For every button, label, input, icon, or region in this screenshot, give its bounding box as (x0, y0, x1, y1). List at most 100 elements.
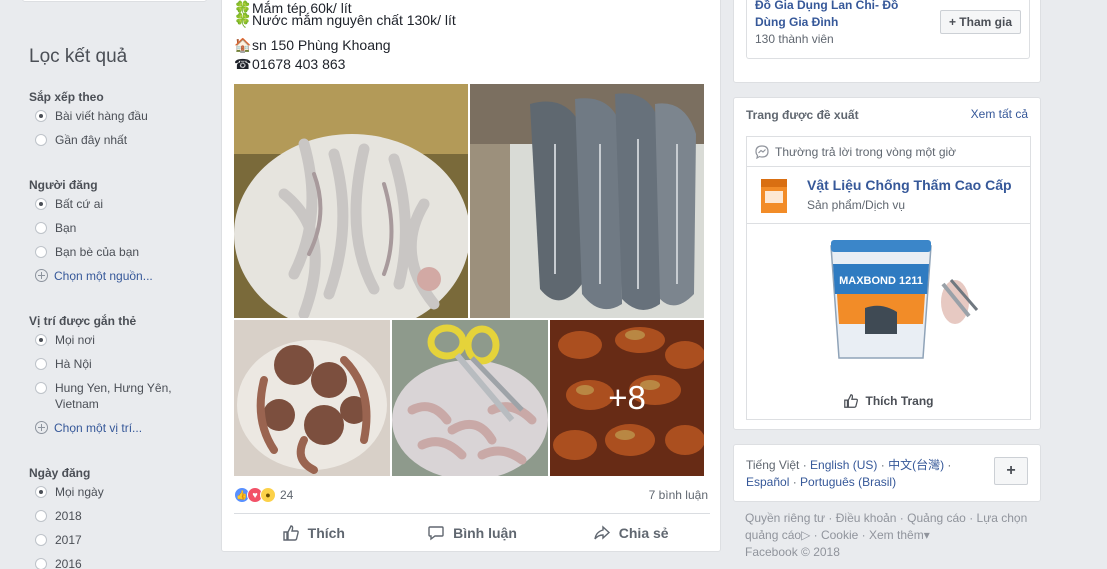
page-footer: Quyền riêng tư · Điều khoản · Quảng cáo … (745, 511, 1028, 559)
option-2018[interactable]: 2018 (29, 508, 199, 532)
option-you[interactable]: Bạn (29, 220, 199, 244)
more-photos-overlay[interactable]: +8 (550, 320, 704, 476)
filter-poster-section: Người đăng Bất cứ ai Bạn Bạn bè của bạn … (29, 174, 199, 292)
photo-grid: +8 (234, 84, 704, 476)
language-english[interactable]: English (US) (810, 458, 877, 472)
comment-icon (428, 525, 444, 540)
language-card: Tiếng Việt · English (US) · 中文(台灣) · Esp… (733, 444, 1041, 502)
photo-cooked-shrimp[interactable]: +8 (550, 320, 704, 476)
footer-terms-link[interactable]: Điều khoản (836, 511, 897, 525)
section-heading: Sắp xếp theo (29, 90, 104, 104)
option-2017[interactable]: 2017 (29, 532, 199, 556)
radio-icon[interactable] (35, 222, 47, 234)
post-phone: ☎01678 403 863 (234, 56, 346, 72)
page-category: Sản phẩm/Dịch vụ (807, 198, 906, 212)
radio-icon[interactable] (35, 510, 47, 522)
sidebar-top-box (22, 0, 207, 2)
section-heading: Ngày đăng (29, 466, 91, 480)
option-top-posts[interactable]: Bài viết hàng đầu (29, 108, 199, 132)
add-language-button[interactable]: + (994, 457, 1028, 485)
like-page-button[interactable]: Thích Trang (747, 382, 1030, 420)
ad-choices-icon: ▷ (801, 528, 811, 542)
footer-cookie-link[interactable]: Cookie (821, 528, 858, 542)
thumbs-up-icon (282, 524, 299, 541)
radio-icon[interactable] (35, 246, 47, 258)
messenger-icon (755, 144, 769, 159)
radio-icon[interactable] (35, 558, 47, 569)
option-recent[interactable]: Gần đây nhất (29, 132, 199, 156)
suggested-pages-card: Trang được đề xuất Xem tất cả Thường trả… (733, 97, 1041, 430)
radio-selected-icon[interactable] (35, 486, 47, 498)
group-name-link[interactable]: Đồ Gia Dụng Lan Chi- Đồ Dùng Gia Đình (755, 0, 925, 31)
photo-octopus[interactable] (234, 84, 468, 318)
option-friends[interactable]: Bạn bè của bạn (29, 244, 199, 268)
photo-shrimp-basket[interactable] (392, 320, 548, 476)
radio-icon[interactable] (35, 534, 47, 546)
comment-count-link[interactable]: 7 bình luận (649, 488, 708, 502)
wow-reaction-icon: ● (260, 487, 276, 503)
language-spanish[interactable]: Español (746, 475, 789, 489)
comment-button[interactable]: Bình luận (393, 514, 552, 551)
house-icon: 🏠 (234, 37, 252, 53)
choose-location-link[interactable]: Chọn một vị trí... (29, 420, 199, 444)
filter-sort-section: Sắp xếp theo Bài viết hàng đầu Gần đây n… (29, 86, 199, 156)
page-name-link[interactable]: Vật Liệu Chống Thấm Cao Cấp (807, 177, 1012, 193)
post-address: 🏠sn 150 Phùng Khoang (234, 37, 391, 53)
option-2016[interactable]: 2016 (29, 556, 199, 569)
option-anyone[interactable]: Bất cứ ai (29, 196, 199, 220)
thumbs-up-icon (844, 394, 859, 408)
current-language: Tiếng Việt (746, 458, 800, 472)
plus-circle-icon (35, 269, 48, 282)
option-any-date[interactable]: Mọi ngày (29, 484, 199, 508)
product-label: MAXBOND 1211 (839, 275, 923, 287)
response-time-row: Thường trả lời trong vòng một giờ (747, 137, 1030, 167)
page-info-row: Vật Liệu Chống Thấm Cao Cấp Sản phẩm/Dịc… (747, 167, 1030, 224)
footer-copyright: Facebook © 2018 (745, 545, 840, 559)
radio-icon[interactable] (35, 382, 47, 394)
reaction-count[interactable]: 24 (280, 488, 293, 502)
radio-selected-icon[interactable] (35, 334, 47, 346)
language-chinese[interactable]: 中文(台灣) (888, 458, 944, 472)
phone-icon: ☎ (234, 56, 252, 72)
filter-sidebar: Lọc kết quả Sắp xếp theo Bài viết hàng đ… (0, 0, 207, 569)
photo-mackerel[interactable] (470, 84, 704, 318)
plus-circle-icon (35, 421, 48, 434)
join-group-button[interactable]: + Tham gia (939, 10, 1021, 34)
footer-privacy-link[interactable]: Quyền riêng tư (745, 511, 825, 525)
option-hanoi[interactable]: Hà Nội (29, 356, 199, 380)
like-button[interactable]: Thích (234, 514, 393, 551)
page-cover-image[interactable]: MAXBOND 1211 (747, 224, 1030, 382)
filter-date-section: Ngày đăng Mọi ngày 2018 2017 2016 (29, 462, 199, 569)
choose-source-link[interactable]: Chọn một nguồn... (29, 268, 199, 292)
group-suggestion-card: Đồ Gia Dụng Lan Chi- Đồ Dùng Gia Đình 13… (733, 0, 1041, 83)
section-heading: Vị trí được gắn thẻ (29, 314, 137, 328)
post-card: 🍀Mắm tép 60k/ lít 🍀Nước mắm nguyên chất … (221, 0, 721, 552)
post-actions: Thích Bình luận Chia sẻ (234, 513, 710, 551)
group-member-count: 130 thành viên (755, 32, 834, 46)
option-hung-yen[interactable]: Hung Yen, Hưng Yên, Vietnam (29, 380, 199, 420)
radio-icon[interactable] (35, 358, 47, 370)
reaction-summary[interactable]: 👍 ♥ ● 24 (234, 486, 293, 504)
filter-title: Lọc kết quả (29, 46, 128, 67)
option-anywhere[interactable]: Mọi nơi (29, 332, 199, 356)
share-icon (594, 524, 610, 540)
language-list: Tiếng Việt · English (US) · 中文(台灣) · Esp… (746, 458, 952, 489)
photo-cooked-octopus[interactable] (234, 320, 390, 476)
caret-down-icon: ▾ (923, 528, 930, 542)
section-heading: Người đăng (29, 178, 98, 192)
suggested-pages-title: Trang được đề xuất (746, 108, 859, 122)
post-line-fish-sauce: 🍀Nước mắm nguyên chất 130k/ lít (234, 12, 456, 28)
footer-ads-link[interactable]: Quảng cáo (907, 511, 966, 525)
radio-selected-icon[interactable] (35, 198, 47, 210)
suggested-page-item: Thường trả lời trong vòng một giờ Vật Li… (746, 136, 1031, 420)
language-portuguese[interactable]: Português (Brasil) (800, 475, 896, 489)
share-button[interactable]: Chia sẻ (551, 514, 710, 551)
footer-more-link[interactable]: Xem thêm (869, 528, 924, 542)
see-all-link[interactable]: Xem tất cả (971, 107, 1028, 121)
clover-icon: 🍀 (234, 12, 252, 28)
page-logo[interactable] (759, 177, 789, 215)
filter-location-section: Vị trí được gắn thẻ Mọi nơi Hà Nội Hung … (29, 310, 199, 444)
radio-selected-icon[interactable] (35, 110, 47, 122)
radio-icon[interactable] (35, 134, 47, 146)
group-item: Đồ Gia Dụng Lan Chi- Đồ Dùng Gia Đình 13… (746, 0, 1030, 59)
